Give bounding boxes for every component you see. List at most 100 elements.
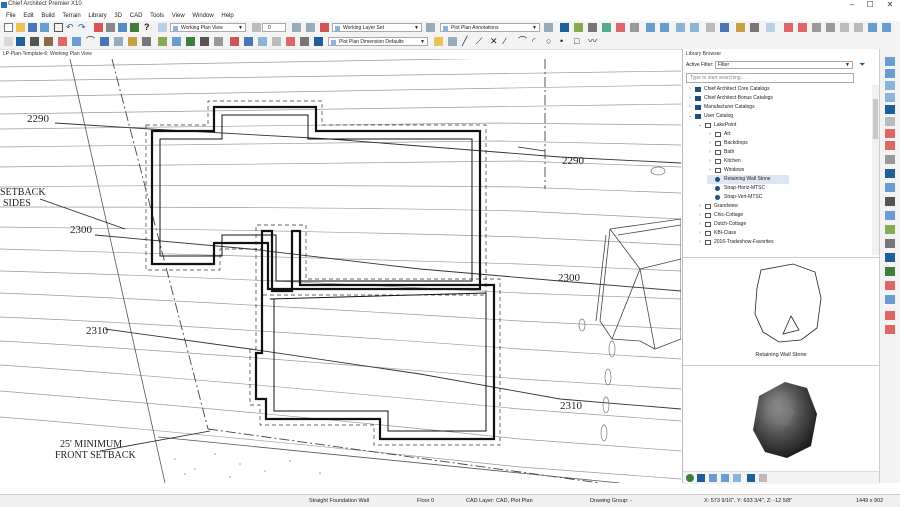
help-icon[interactable]: ?: [144, 23, 153, 32]
zigzag-tool-icon[interactable]: 〰: [588, 37, 597, 46]
duplicate-icon[interactable]: [885, 311, 895, 320]
plan-view-dropdown[interactable]: Working Plan View ▼: [170, 23, 246, 32]
preview-toggle-icon[interactable]: [747, 474, 755, 482]
filter-icon[interactable]: ⏷: [859, 60, 865, 70]
expand-icon[interactable]: ›: [697, 202, 703, 211]
camera-icon[interactable]: [292, 23, 301, 32]
section-tool-icon[interactable]: [272, 37, 281, 46]
refresh-icon[interactable]: [706, 23, 715, 32]
redo-icon[interactable]: ↷: [78, 23, 87, 32]
plants-icon[interactable]: [885, 267, 895, 276]
new-plan-icon[interactable]: [4, 23, 13, 32]
open-folder-icon[interactable]: [16, 23, 25, 32]
line-style-icon[interactable]: [300, 37, 309, 46]
electrical-tool-icon[interactable]: [128, 37, 137, 46]
pan-icon[interactable]: [885, 93, 895, 102]
add-icon[interactable]: [697, 474, 705, 482]
expand-icon[interactable]: ›: [707, 148, 713, 157]
zoom-out-icon[interactable]: [660, 23, 669, 32]
camera-view-icon[interactable]: [574, 23, 583, 32]
select-icon[interactable]: [54, 23, 63, 32]
dimension-tool-icon[interactable]: [100, 37, 109, 46]
box-tool-icon[interactable]: □: [574, 37, 583, 46]
wall-tool-icon[interactable]: [16, 37, 25, 46]
sync-icon[interactable]: [720, 23, 729, 32]
menu-view[interactable]: View: [172, 11, 185, 21]
menu-cad[interactable]: CAD: [130, 11, 143, 21]
menu-terrain[interactable]: Terrain: [62, 11, 80, 21]
collapse-icon[interactable]: ⌄: [697, 121, 703, 130]
toolbar-icon-d[interactable]: [826, 23, 835, 32]
zoom-in-icon[interactable]: [646, 23, 655, 32]
maximize-button[interactable]: ☐: [862, 0, 878, 11]
library-tool-icon[interactable]: [244, 37, 253, 46]
library-tree-scrollbar[interactable]: [872, 85, 879, 255]
pan-icon[interactable]: [690, 23, 699, 32]
walls-icon[interactable]: [885, 239, 895, 248]
menu-tools[interactable]: Tools: [150, 11, 164, 21]
active-filter-dropdown[interactable]: Filter ▼: [715, 61, 853, 69]
toolbar-icon-g[interactable]: [868, 23, 877, 32]
copy-icon[interactable]: [106, 23, 115, 32]
expand-icon[interactable]: ›: [697, 229, 703, 238]
terrain-tool-icon[interactable]: [158, 37, 167, 46]
dimensions-icon[interactable]: [885, 253, 895, 262]
arc-icon[interactable]: ◜: [532, 37, 541, 46]
save-icon[interactable]: [28, 23, 37, 32]
menu-build[interactable]: Build: [41, 11, 54, 21]
cad-tool-icon[interactable]: [230, 37, 239, 46]
close-button[interactable]: ✕: [882, 0, 898, 11]
text-tool-icon[interactable]: [114, 37, 123, 46]
camera-icon[interactable]: [885, 211, 895, 220]
home-icon[interactable]: [560, 23, 569, 32]
view-tab[interactable]: LP-Plan-Template-6: Working Plan View: [0, 50, 683, 59]
delete-icon[interactable]: [94, 23, 103, 32]
library-icon[interactable]: [885, 169, 895, 178]
expand-icon[interactable]: ›: [697, 238, 703, 247]
plan-view-icon[interactable]: [158, 23, 167, 32]
tree-row-retaining-wall-stone[interactable]: Retaining Wall Stone: [707, 175, 789, 184]
elevation-icon[interactable]: [588, 23, 597, 32]
scrollbar-thumb[interactable]: [873, 99, 878, 139]
menu-file[interactable]: File: [6, 11, 16, 21]
lighting-icon[interactable]: [750, 23, 759, 32]
expand-icon[interactable]: ›: [687, 85, 693, 94]
elevation-icon[interactable]: [885, 141, 895, 150]
redraw-icon[interactable]: [885, 117, 895, 126]
minimize-button[interactable]: –: [844, 0, 860, 11]
door-tool-icon[interactable]: [44, 37, 53, 46]
select-objects-icon[interactable]: [4, 37, 13, 46]
render-icon[interactable]: [630, 23, 639, 32]
paste-icon[interactable]: [118, 23, 127, 32]
collapse-icon[interactable]: ⌄: [687, 112, 693, 121]
expand-icon[interactable]: ›: [697, 220, 703, 229]
fill-style-icon[interactable]: [286, 37, 295, 46]
fill-window-icon[interactable]: [676, 23, 685, 32]
polyline-tool-icon[interactable]: ⟋: [476, 37, 485, 46]
annotation-set-dropdown[interactable]: Plot Plan Annotations ▼: [440, 23, 540, 32]
toolbar-icon-e[interactable]: [840, 23, 849, 32]
cabinet-tool-icon[interactable]: [30, 37, 39, 46]
materials-icon[interactable]: [885, 183, 895, 192]
roof-tool-icon[interactable]: [172, 37, 181, 46]
expand-icon[interactable]: ›: [687, 94, 693, 103]
expand-icon[interactable]: ›: [707, 157, 713, 166]
circle-tool-icon[interactable]: ○: [546, 37, 555, 46]
room-tool-icon[interactable]: [214, 37, 223, 46]
fill-icon[interactable]: [320, 23, 329, 32]
curve-tool-icon[interactable]: ⌒: [518, 37, 527, 46]
dimension-defaults-dropdown[interactable]: Plot Plan Dimension Defaults ▼: [328, 37, 428, 46]
layer-icon[interactable]: [130, 23, 139, 32]
spline-tool-icon[interactable]: ∕: [504, 37, 513, 46]
toolbar-icon-a[interactable]: [784, 23, 793, 32]
undo-icon[interactable]: ↶: [66, 23, 75, 32]
layers-icon[interactable]: [885, 197, 895, 206]
eraser-icon[interactable]: [448, 37, 457, 46]
menu-3d[interactable]: 3D: [114, 11, 122, 21]
camera-tool-icon[interactable]: [258, 37, 267, 46]
markup-icon[interactable]: [885, 281, 895, 290]
arc-tool-icon[interactable]: ⌒: [86, 37, 95, 46]
plan-icon[interactable]: [885, 129, 895, 138]
point-tool-icon[interactable]: •: [560, 37, 569, 46]
group-icon[interactable]: [885, 325, 895, 334]
